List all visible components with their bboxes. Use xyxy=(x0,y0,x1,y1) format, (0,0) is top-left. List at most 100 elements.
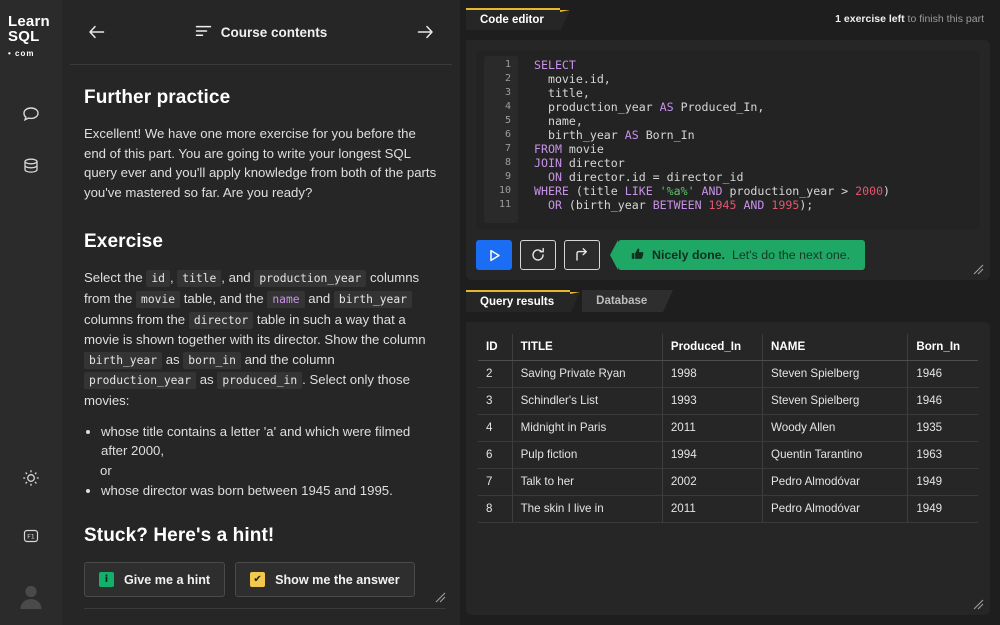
course-contents-button[interactable]: Course contents xyxy=(110,24,412,41)
code-segment: ) xyxy=(883,184,891,198)
code-segment: 1945 xyxy=(708,198,737,212)
code-segment: director xyxy=(561,156,625,170)
editor-toolbar: Nicely done. Let's do the next one. xyxy=(476,240,980,270)
exercise-text: as xyxy=(199,372,214,388)
table-cell: 1935 xyxy=(907,414,978,442)
results-tabstrip: Query results Database xyxy=(466,290,990,314)
feedback-bold: Nicely done. xyxy=(652,248,725,262)
code-segment: name, xyxy=(534,114,583,128)
column-header-name[interactable]: NAME xyxy=(762,334,909,361)
sql-code[interactable]: SELECT movie.id, title, production_year … xyxy=(518,56,980,223)
table-cell: 3 xyxy=(478,387,513,415)
table-cell: 4 xyxy=(478,414,513,442)
table-cell: 8 xyxy=(478,495,513,523)
intro-paragraph: Excellent! We have one more exercise for… xyxy=(84,126,437,200)
show-me-the-answer-button[interactable]: ✔ Show me the answer xyxy=(235,562,415,598)
previous-lesson-arrow[interactable] xyxy=(84,19,110,45)
results-resize-handle[interactable] xyxy=(971,597,984,610)
results-table: ID TITLE Produced_In NAME Born_In 2 Savin… xyxy=(478,334,978,523)
reset-code-button[interactable] xyxy=(520,240,556,270)
thumbs-up-icon xyxy=(631,247,645,264)
code-segment: AND xyxy=(701,184,723,198)
editor-resize-handle[interactable] xyxy=(971,262,984,275)
table-cell: 1946 xyxy=(907,387,978,415)
code-segment: director.id = director_id xyxy=(561,170,744,184)
exercise-text: as xyxy=(165,351,180,367)
code-segment: ); xyxy=(799,198,814,212)
list-item: or xyxy=(100,462,112,478)
lesson-resize-handle[interactable] xyxy=(433,590,446,603)
code-segment: AND xyxy=(743,198,765,212)
code-segment: ON xyxy=(547,170,562,184)
table-cell: Pedro Almodóvar xyxy=(762,468,909,496)
table-cell: 2002 xyxy=(662,468,764,496)
column-header-title[interactable]: TITLE xyxy=(512,334,663,361)
checkbox-icon: ✔ xyxy=(250,572,266,588)
table-row: 4 Midnight in Paris 2011 Woody Allen 1935 xyxy=(478,414,978,442)
exercise-status: 1 exercise left to finish this part xyxy=(835,13,990,25)
lesson-navigation: Course contents xyxy=(62,0,460,64)
code-editor-area[interactable]: 1 2 3 4 5 6 7 8 9 10 11 SELECT movie.id, title, pr… xyxy=(476,50,980,229)
table-cell: 7 xyxy=(478,468,513,496)
exercise-conditions-list: whose title contains a letter 'a' and wh… xyxy=(100,422,438,501)
code-token-movie: movie xyxy=(136,290,181,308)
line-number: 1 xyxy=(504,59,511,70)
run-query-button[interactable] xyxy=(476,240,512,270)
f1-key-icon[interactable]: F1 xyxy=(16,521,46,551)
give-me-a-hint-button[interactable]: i Give me a hint xyxy=(84,562,226,598)
exercise-text: table, and the xyxy=(183,290,264,306)
database-icon[interactable] xyxy=(16,151,46,181)
app-logo[interactable]: Learn SQL • com xyxy=(8,14,54,61)
table-cell: Midnight in Paris xyxy=(512,414,663,442)
code-segment: Produced_In, xyxy=(673,100,765,114)
brightness-icon[interactable] xyxy=(16,463,46,493)
tab-code-editor-label: Code editor xyxy=(480,14,544,26)
column-header-id[interactable]: ID xyxy=(478,334,513,361)
line-number: 11 xyxy=(498,199,511,210)
exercise-description: Select the id, title, and production_yea… xyxy=(84,268,438,410)
hint-button-label: Give me a hint xyxy=(124,572,211,587)
right-column: Code editor 1 exercise left to finish th… xyxy=(460,0,1000,625)
table-cell: Talk to her xyxy=(512,468,663,496)
column-header-produced-in[interactable]: Produced_In xyxy=(662,334,764,361)
tab-query-results[interactable]: Query results xyxy=(466,290,581,314)
svg-text:F1: F1 xyxy=(27,533,35,541)
table-row: 3 Schindler's List 1993 Steven Spielberg 194… xyxy=(478,387,978,415)
next-lesson-arrow[interactable] xyxy=(412,19,438,45)
list-item: whose director was born between 1945 and… xyxy=(101,481,438,500)
table-cell: Pulp fiction xyxy=(512,441,663,469)
line-number: 3 xyxy=(504,87,511,98)
code-segment: LIKE xyxy=(624,184,653,198)
table-cell: 1949 xyxy=(907,468,978,496)
code-segment: birth_year xyxy=(534,128,625,142)
exercise-text: columns from the xyxy=(84,311,186,327)
code-segment: production_year > xyxy=(722,184,856,198)
table-cell: Saving Private Ryan xyxy=(512,360,663,388)
chat-bubble-icon[interactable] xyxy=(16,99,46,129)
hint-heading: Stuck? Here's a hint! xyxy=(84,525,275,547)
code-segment: '%a%' xyxy=(659,184,695,198)
tab-code-editor[interactable]: Code editor xyxy=(466,8,570,32)
left-icon-rail: Learn SQL • com F1 xyxy=(0,0,62,625)
table-cell: Pedro Almodóvar xyxy=(762,495,909,523)
tab-database[interactable]: Database xyxy=(582,290,674,312)
exercise-text: and the column xyxy=(244,351,335,367)
table-cell: 1998 xyxy=(662,360,764,388)
page-title: Further practice xyxy=(84,87,231,108)
editor-tabstrip: Code editor 1 exercise left to finish th… xyxy=(466,8,990,32)
avatar-icon[interactable] xyxy=(16,581,46,611)
contents-list-icon xyxy=(195,24,212,41)
table-cell: 2 xyxy=(478,360,513,388)
code-token-birth-year: birth_year xyxy=(333,290,412,308)
lesson-panel: Course contents Further practice Excelle… xyxy=(62,0,460,625)
next-exercise-button[interactable] xyxy=(564,240,600,270)
exercise-text: Select the xyxy=(84,270,143,286)
tab-query-results-label: Query results xyxy=(480,296,555,308)
table-cell: 1993 xyxy=(662,387,764,415)
column-header-born-in[interactable]: Born_In xyxy=(907,334,978,361)
code-segment: 2000 xyxy=(855,184,884,198)
code-segment: OR xyxy=(547,198,562,212)
